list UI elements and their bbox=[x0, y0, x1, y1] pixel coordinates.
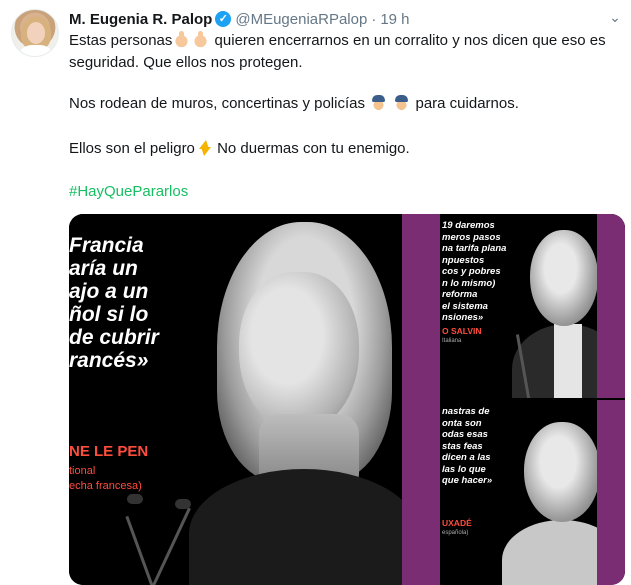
tweet-text-segment: Estas personas bbox=[69, 32, 173, 49]
image-speaker-name: O SALVIN bbox=[442, 326, 482, 336]
author-handle[interactable]: @MEugeniaRPalop bbox=[235, 11, 367, 28]
media-image-top-right[interactable]: 19 daremos meros pasos na tarifa plana n… bbox=[442, 214, 625, 398]
tweet-timestamp[interactable]: 19 h bbox=[380, 11, 409, 28]
tweet-text-line-3: Ellos son el peligro No duermas con tu e… bbox=[69, 138, 621, 160]
tweet-text-segment: para cuidarnos. bbox=[411, 95, 519, 112]
purple-accent-band bbox=[597, 214, 625, 398]
tweet-text-segment: No duermas con tu enemigo. bbox=[212, 140, 410, 157]
image-quote-text: nastras de onta son odas esas stas feas … bbox=[442, 406, 493, 486]
image-speaker-name: UXADÉ bbox=[442, 518, 472, 528]
tweet-header: M. Eugenia R. Palop ✓ @MEugeniaRPalop · … bbox=[69, 9, 410, 29]
verified-badge-icon: ✓ bbox=[215, 11, 232, 27]
image-speaker-party: Italiana bbox=[442, 338, 462, 344]
hashtag-link[interactable]: #HayQuePararlos bbox=[69, 181, 621, 203]
media-image-bottom-right[interactable]: nastras de onta son odas esas stas feas … bbox=[442, 400, 625, 585]
pointing-down-emoji-icon bbox=[173, 31, 191, 48]
author-name[interactable]: M. Eugenia R. Palop bbox=[69, 11, 212, 28]
photo-head bbox=[530, 230, 598, 326]
image-speaker-party: española) bbox=[442, 530, 469, 536]
microphone-icon bbox=[125, 515, 156, 585]
avatar-face bbox=[27, 22, 45, 44]
pointing-down-emoji-icon bbox=[192, 31, 210, 48]
purple-accent-band bbox=[402, 214, 440, 585]
tweet-text-line-2: Nos rodean de muros, concertinas y polic… bbox=[69, 93, 621, 115]
lightning-emoji-icon bbox=[196, 139, 212, 156]
tweet-media-grid: Francia aría un ajo a un ñol si lo de cu… bbox=[69, 214, 625, 585]
photo-shirt bbox=[554, 324, 582, 398]
microphone-head bbox=[175, 499, 191, 509]
photo-body bbox=[189, 469, 419, 585]
chevron-down-icon[interactable]: ⌄ bbox=[607, 9, 623, 25]
avatar-body bbox=[20, 45, 52, 56]
author-avatar[interactable] bbox=[11, 9, 59, 57]
image-speaker-name: NE LE PEN bbox=[69, 443, 149, 460]
police-officer-emoji-icon bbox=[370, 94, 388, 111]
media-image-main[interactable]: Francia aría un ajo a un ñol si lo de cu… bbox=[69, 214, 440, 585]
purple-accent-band bbox=[597, 400, 625, 585]
microphone-head bbox=[127, 494, 143, 504]
police-officer-emoji-icon bbox=[393, 94, 411, 111]
photo-head bbox=[524, 422, 600, 522]
image-quote-text: Francia aría un ajo a un ñol si lo de cu… bbox=[69, 234, 159, 372]
tweet-text-line-1: Estas personas quieren encerrarnos en un… bbox=[69, 30, 621, 74]
image-quote-text: 19 daremos meros pasos na tarifa plana n… bbox=[442, 220, 507, 323]
image-speaker-party: tional echa francesa) bbox=[69, 465, 142, 492]
header-separator: · bbox=[371, 10, 377, 28]
microphone-icon bbox=[150, 507, 191, 585]
photo-face bbox=[239, 272, 359, 432]
tweet-text-segment: Nos rodean de muros, concertinas y polic… bbox=[69, 95, 365, 112]
tweet-text-segment: Ellos son el peligro bbox=[69, 140, 195, 157]
